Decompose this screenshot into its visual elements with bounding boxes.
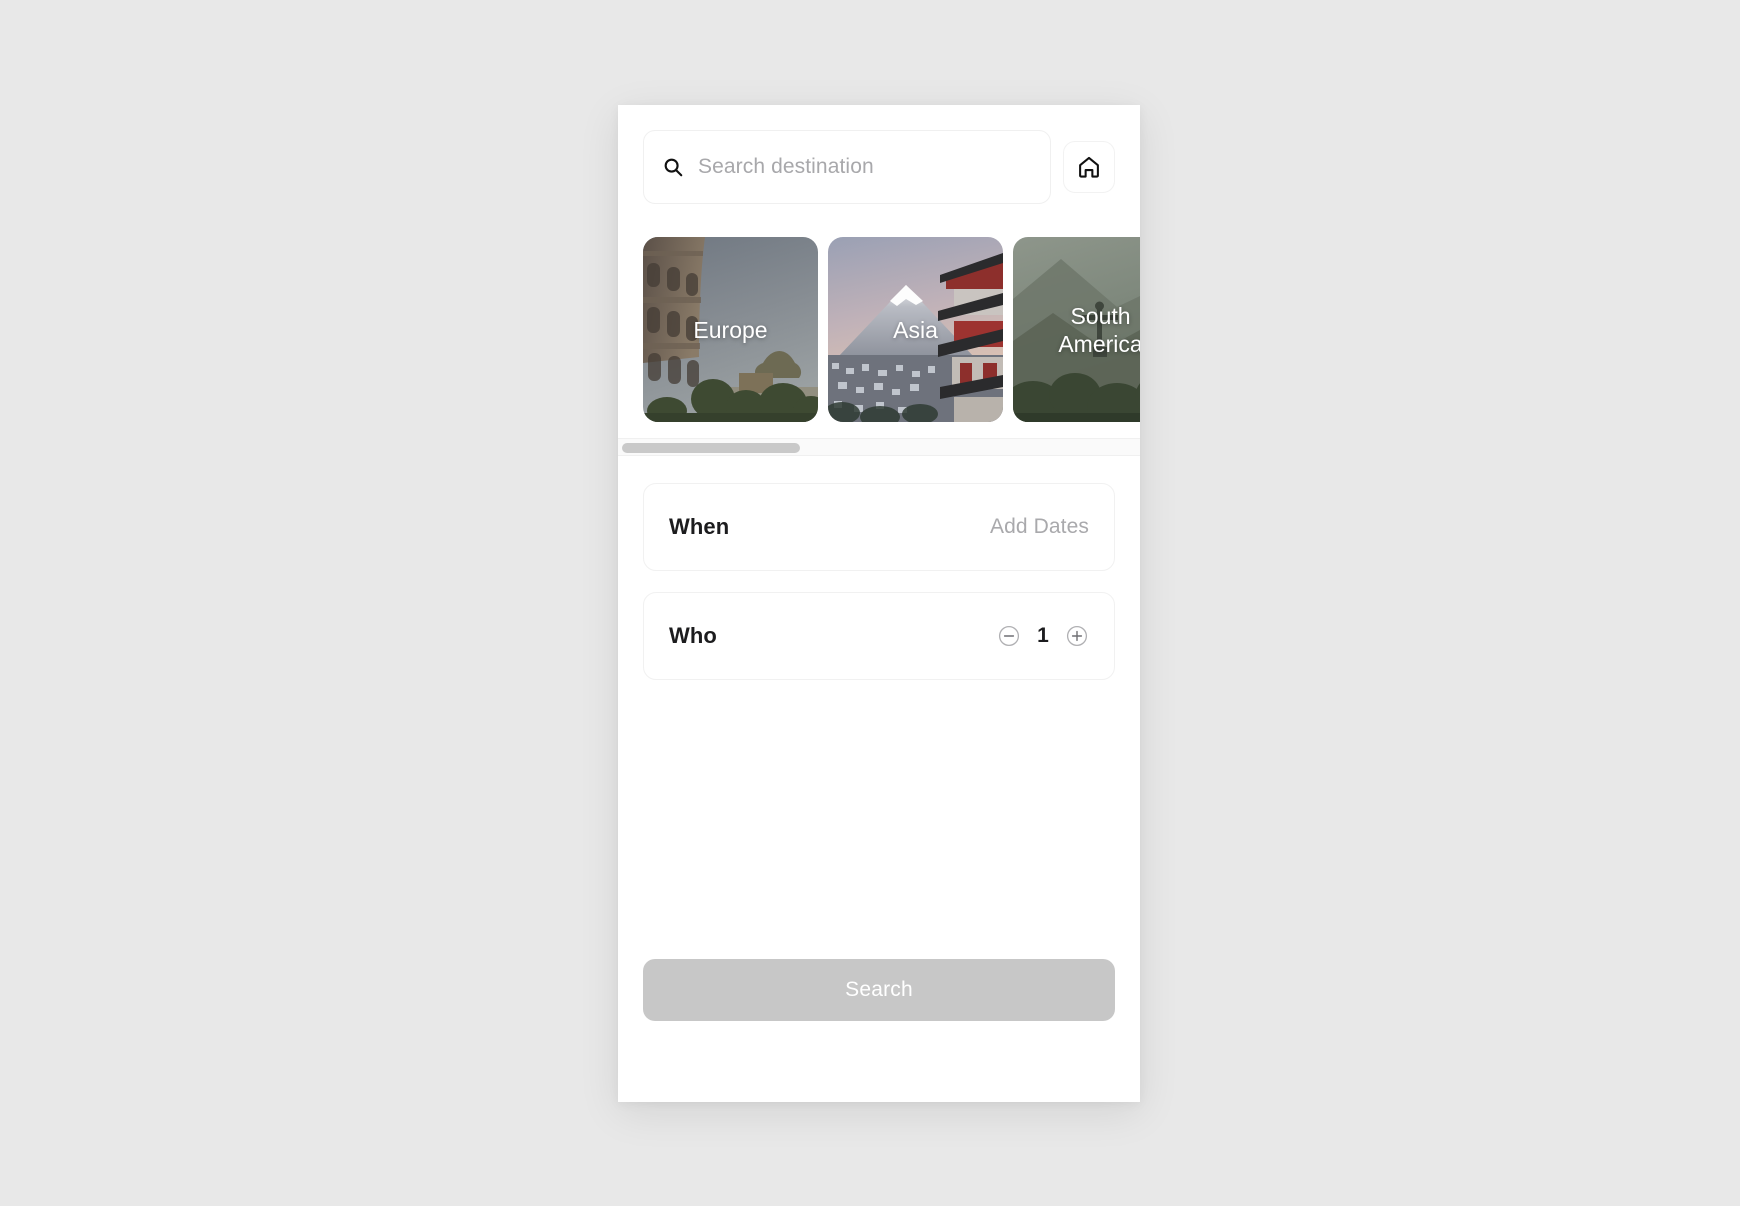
destination-track: Europe Asia South America (643, 237, 1140, 422)
destination-carousel[interactable]: Europe Asia South America (643, 237, 1140, 422)
when-row[interactable]: When Add Dates (643, 483, 1115, 571)
search-placeholder: Search destination (698, 155, 874, 178)
destination-label: Asia (893, 316, 938, 343)
when-label: When (669, 514, 730, 539)
home-icon (1079, 156, 1099, 178)
search-input[interactable]: Search destination (643, 130, 1051, 204)
who-row: Who 1 (643, 592, 1115, 680)
destination-label: South America (1058, 302, 1140, 357)
who-label: Who (669, 623, 717, 648)
search-row: Search destination (643, 130, 1115, 204)
minus-circle-icon[interactable] (997, 624, 1021, 648)
page-root: Search destination Europe Asia South Ame… (0, 0, 1740, 1206)
guest-stepper: 1 (997, 624, 1089, 648)
carousel-scrollbar-thumb[interactable] (622, 443, 800, 453)
search-icon (664, 158, 683, 177)
when-value[interactable]: Add Dates (990, 515, 1089, 539)
plus-circle-icon[interactable] (1065, 624, 1089, 648)
destination-label: Europe (693, 316, 768, 343)
home-button[interactable] (1063, 141, 1115, 193)
carousel-scrollbar[interactable] (618, 438, 1140, 456)
guest-count: 1 (1037, 624, 1049, 647)
destination-card-asia[interactable]: Asia (828, 237, 1003, 422)
destination-card-south-america[interactable]: South America (1013, 237, 1140, 422)
search-submit-button[interactable]: Search (643, 959, 1115, 1021)
mobile-search-panel: Search destination Europe Asia South Ame… (618, 105, 1140, 1102)
destination-card-europe[interactable]: Europe (643, 237, 818, 422)
